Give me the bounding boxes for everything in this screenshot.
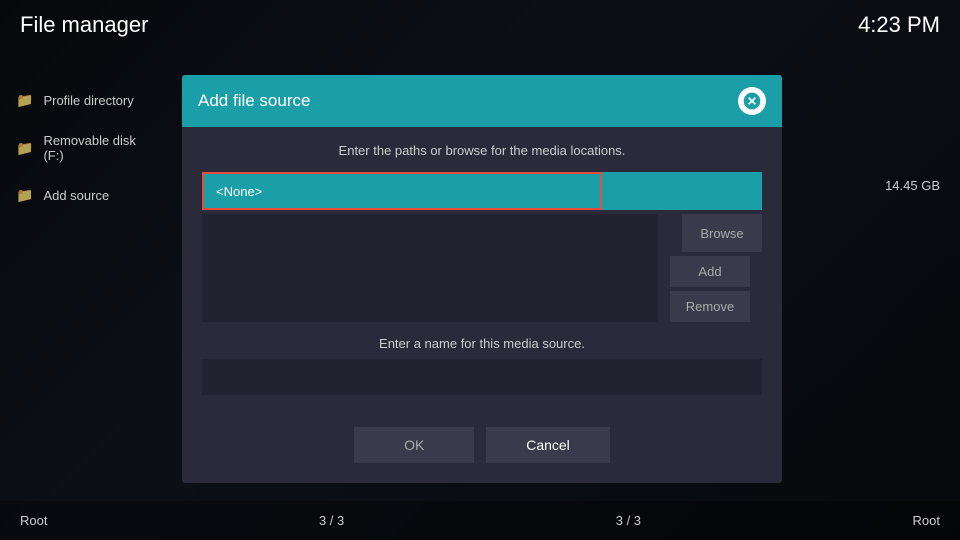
modal-body: Enter the paths or browse for the media …: [182, 127, 782, 427]
source-path-input[interactable]: <None>: [202, 172, 602, 210]
source-paths-list: [202, 214, 658, 322]
footer-center-left: 3 / 3: [319, 513, 344, 528]
storage-size: 14.45 GB: [885, 178, 940, 193]
footer-left: Root: [20, 513, 47, 528]
folder-icon: 📁: [16, 187, 33, 204]
sidebar-item-profile-directory[interactable]: 📁 Profile directory: [0, 80, 175, 121]
sidebar-item-removable-disk[interactable]: 📁 Removable disk (F:): [0, 121, 175, 175]
modal-header: Add file source: [182, 75, 782, 127]
ok-button[interactable]: OK: [354, 427, 474, 463]
source-input-row: <None>: [202, 172, 762, 210]
clock: 4:23 PM: [858, 12, 940, 38]
sidebar: 📁 Profile directory 📁 Removable disk (F:…: [0, 80, 175, 216]
modal-footer: OK Cancel: [182, 427, 782, 483]
side-action-buttons: Browse Add Remove: [670, 214, 762, 322]
page-title: File manager: [20, 12, 148, 38]
modal-description: Enter the paths or browse for the media …: [202, 143, 762, 158]
footer-right: Root: [913, 513, 940, 528]
header: File manager 4:23 PM: [0, 0, 960, 50]
sidebar-label-removable: Removable disk (F:): [43, 133, 159, 163]
cancel-button[interactable]: Cancel: [486, 427, 610, 463]
sidebar-item-add-source[interactable]: 📁 Add source: [0, 175, 175, 216]
browse-button[interactable]: Browse: [682, 214, 762, 252]
folder-icon: 📁: [16, 92, 33, 109]
folder-icon: 📁: [16, 140, 33, 157]
footer-center-right: 3 / 3: [616, 513, 641, 528]
source-none-text: <None>: [216, 184, 262, 199]
add-button[interactable]: Add: [670, 256, 750, 287]
source-path-extra: [602, 172, 762, 210]
media-source-name-input[interactable]: [202, 359, 762, 395]
sidebar-label-add-source: Add source: [43, 188, 109, 203]
footer: Root 3 / 3 3 / 3 Root: [0, 501, 960, 540]
remove-button[interactable]: Remove: [670, 291, 750, 322]
sidebar-label-profile: Profile directory: [43, 93, 133, 108]
modal-title: Add file source: [198, 91, 310, 111]
add-file-source-dialog: Add file source Enter the paths or brows…: [182, 75, 782, 483]
kodi-logo: [738, 87, 766, 115]
paths-and-buttons: Browse Add Remove: [202, 214, 762, 322]
name-label: Enter a name for this media source.: [202, 336, 762, 351]
